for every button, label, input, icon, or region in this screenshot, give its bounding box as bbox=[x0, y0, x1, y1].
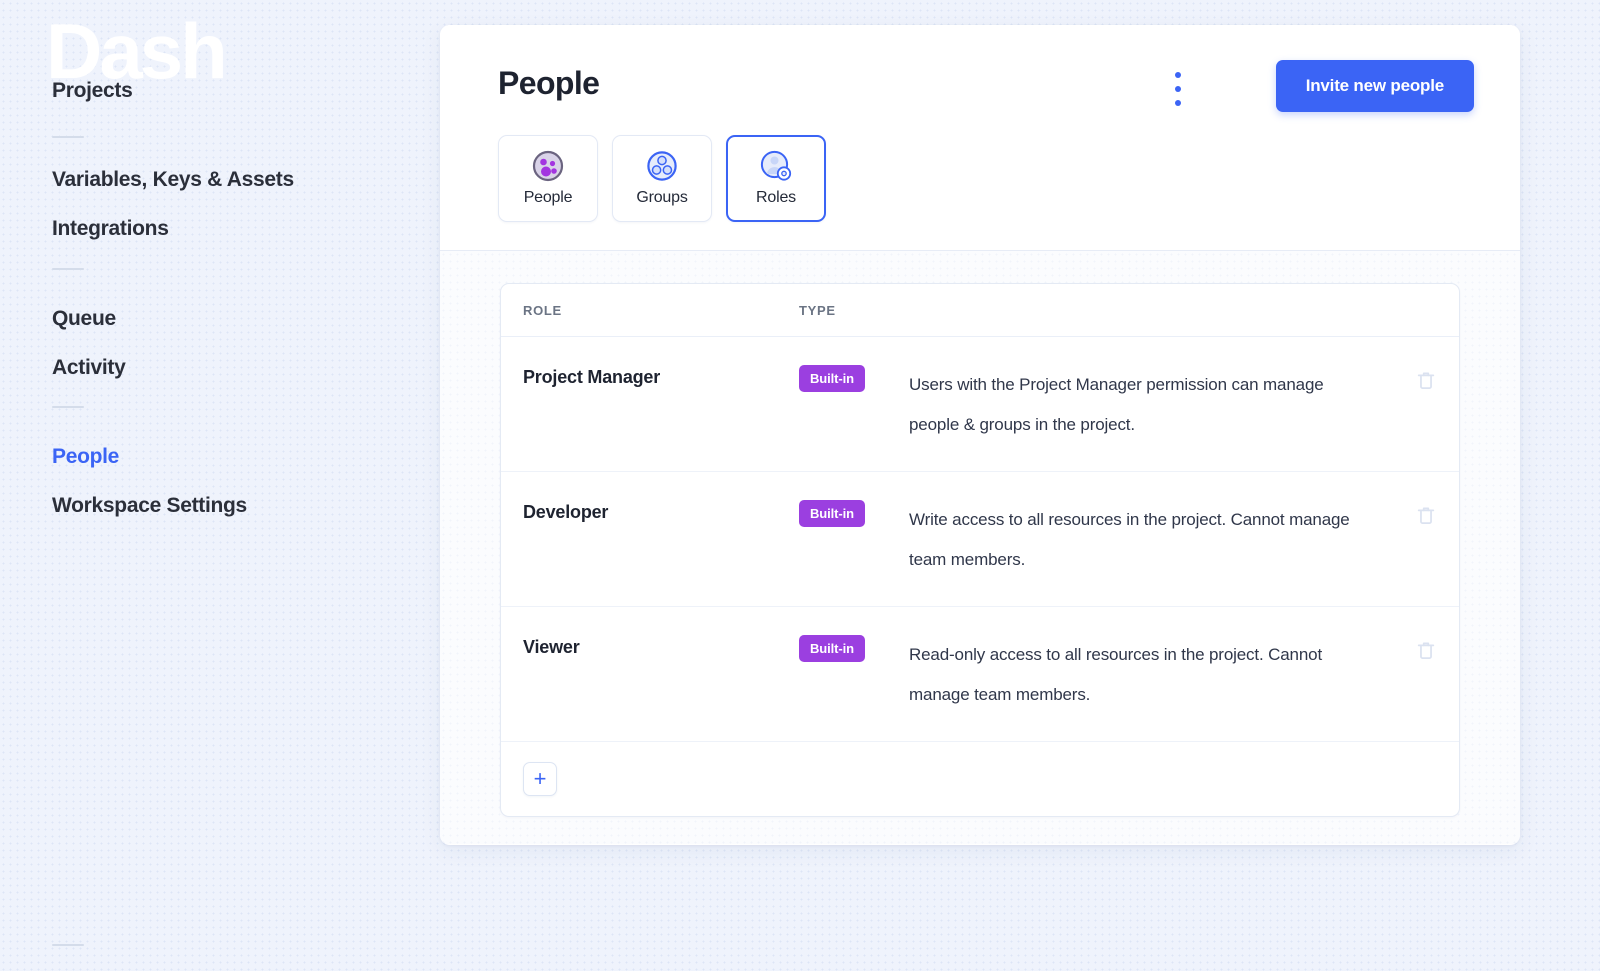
table-footer: + bbox=[501, 742, 1459, 816]
tab-people[interactable]: People bbox=[498, 135, 598, 222]
table-header-row: ROLE TYPE bbox=[501, 284, 1459, 337]
people-circle-icon bbox=[532, 150, 564, 182]
groups-circle-icon bbox=[646, 150, 678, 182]
status-badge: Built-in bbox=[799, 365, 865, 392]
role-description: Write access to all resources in the pro… bbox=[909, 509, 1350, 569]
entity-tabs: People Groups Roles bbox=[498, 135, 826, 222]
sidebar-divider-2 bbox=[52, 268, 84, 270]
status-badge: Built-in bbox=[799, 499, 865, 527]
sidebar-divider-3 bbox=[52, 406, 84, 408]
row-actions bbox=[1377, 365, 1437, 391]
row-actions bbox=[1377, 500, 1437, 526]
tab-people-label: People bbox=[523, 189, 573, 206]
tab-groups-label: Groups bbox=[636, 189, 688, 206]
sidebar-divider-1 bbox=[52, 136, 84, 138]
sidebar: Dash Projects Variables, Keys & Assets I… bbox=[0, 0, 440, 971]
sidebar-divider-4 bbox=[52, 944, 84, 946]
status-badge: Built-in bbox=[799, 634, 865, 662]
tab-groups[interactable]: Groups bbox=[612, 135, 712, 222]
sidebar-item-projects[interactable]: Projects bbox=[52, 80, 133, 101]
more-vertical-icon[interactable] bbox=[1166, 72, 1190, 106]
trash-icon[interactable] bbox=[1415, 639, 1437, 661]
tab-roles[interactable]: Roles bbox=[726, 135, 826, 222]
card-body: ROLE TYPE Project Manager Built-in Users… bbox=[440, 251, 1520, 844]
trash-icon[interactable] bbox=[1415, 504, 1437, 526]
page-title: People bbox=[498, 65, 600, 101]
role-description: Read-only access to all resources in the… bbox=[909, 644, 1323, 704]
roles-table: ROLE TYPE Project Manager Built-in Users… bbox=[500, 283, 1460, 817]
role-gear-icon bbox=[760, 150, 792, 182]
row-actions bbox=[1377, 635, 1437, 661]
role-type-cell: Built-in bbox=[799, 499, 909, 527]
sidebar-item-people[interactable]: People bbox=[52, 446, 119, 467]
add-role-button[interactable]: + bbox=[523, 761, 557, 796]
kebab-dot-2 bbox=[1175, 86, 1181, 92]
column-header-type: TYPE bbox=[799, 302, 836, 318]
role-description: Users with the Project Manager permissio… bbox=[909, 375, 1324, 434]
kebab-dot-1 bbox=[1175, 72, 1181, 78]
role-name: Developer bbox=[523, 501, 609, 522]
sidebar-item-activity[interactable]: Activity bbox=[52, 357, 126, 378]
role-name: Project Manager bbox=[523, 367, 661, 387]
role-name: Viewer bbox=[523, 636, 580, 657]
role-type-cell: Built-in bbox=[799, 634, 909, 662]
trash-icon[interactable] bbox=[1415, 369, 1437, 391]
sidebar-item-variables-keys-assets[interactable]: Variables, Keys & Assets bbox=[52, 169, 294, 190]
kebab-dot-3 bbox=[1175, 100, 1181, 106]
main-content-card: People Invite new people People Groups R… bbox=[440, 25, 1520, 845]
invite-new-people-button[interactable]: Invite new people bbox=[1275, 60, 1474, 112]
table-row: Developer Built-in Write access to all r… bbox=[501, 472, 1459, 607]
column-header-role: ROLE bbox=[523, 302, 562, 318]
card-header: People Invite new people People Groups R… bbox=[440, 25, 1520, 251]
table-row: Viewer Built-in Read-only access to all … bbox=[501, 607, 1459, 742]
sidebar-item-queue[interactable]: Queue bbox=[52, 308, 116, 329]
sidebar-item-integrations[interactable]: Integrations bbox=[52, 218, 169, 239]
sidebar-item-workspace-settings[interactable]: Workspace Settings bbox=[52, 495, 247, 516]
role-type-cell: Built-in bbox=[799, 365, 909, 392]
tab-roles-label: Roles bbox=[756, 189, 796, 206]
table-row: Project Manager Built-in Users with the … bbox=[501, 337, 1459, 472]
